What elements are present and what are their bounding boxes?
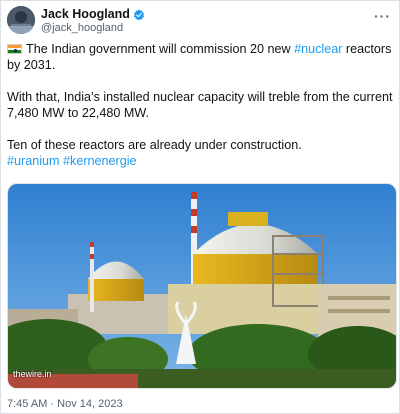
author-name-row[interactable]: Jack Hoogland bbox=[41, 7, 145, 21]
paragraph-1-before: The Indian government will commission 20… bbox=[26, 42, 295, 56]
tweet-timestamp[interactable]: 7:45 AM · Nov 14, 2023 bbox=[7, 398, 123, 410]
tweet-card: Jack Hoogland @jack_hoogland ··· The Ind… bbox=[0, 0, 400, 414]
avatar[interactable] bbox=[7, 6, 35, 34]
paragraph-2: With that, India’s installed nuclear cap… bbox=[7, 90, 393, 120]
paragraph-1: The Indian government will commission 20… bbox=[7, 41, 397, 73]
author-name[interactable]: Jack Hoogland bbox=[41, 7, 130, 21]
tweet-header: Jack Hoogland @jack_hoogland ··· bbox=[7, 6, 395, 36]
tweet-text: The Indian government will commission 20… bbox=[7, 41, 397, 169]
verified-badge-icon bbox=[133, 8, 145, 21]
hashtag-nuclear-link[interactable]: #nuclear bbox=[294, 42, 342, 56]
hashtag-kernenergie-link[interactable]: #kernenergie bbox=[63, 154, 137, 168]
hashtag-uranium-link[interactable]: #uranium bbox=[7, 154, 60, 168]
india-flag-icon bbox=[7, 44, 22, 54]
author-handle[interactable]: @jack_hoogland bbox=[41, 22, 123, 34]
tweet-media-image[interactable] bbox=[7, 183, 397, 389]
more-options-icon[interactable]: ··· bbox=[374, 8, 391, 24]
paragraph-3: Ten of these reactors are already under … bbox=[7, 138, 302, 152]
nuclear-plant-photo bbox=[8, 184, 396, 388]
media-watermark: thewire.in bbox=[13, 369, 52, 379]
hashtags-line: #uranium #kernenergie bbox=[7, 153, 397, 169]
